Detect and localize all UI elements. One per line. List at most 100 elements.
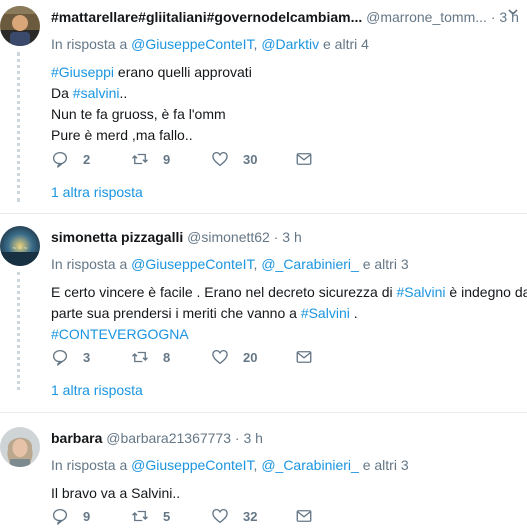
mention-link[interactable]: @GiuseppeConteIT [131,36,253,52]
retweet-icon [132,510,148,522]
display-name[interactable]: simonetta pizzagalli [51,229,183,245]
avatar-image: ~ ~ ~ [0,226,40,266]
like-icon [212,508,228,524]
text-line: E certo vincere è facile . Erano nel dec… [51,282,527,303]
tweet-text: #Giuseppi erano quelli approvati Da #sal… [51,62,527,146]
mention-link[interactable]: @GiuseppeConteIT [131,457,253,473]
reply-count: 9 [83,508,91,524]
reply-prefix: In risposta a [51,36,128,52]
username[interactable]: @marrone_tomm... [366,9,487,25]
username[interactable]: @barbara21367773 [106,430,231,446]
timestamp[interactable]: 3 h [282,229,301,245]
reply-button[interactable]: 3 [51,348,131,366]
like-icon [212,349,228,365]
text-line: parte sua prendersi i meriti che vanno a… [51,303,527,324]
direct-message-icon [296,351,312,363]
text-line: Pure è merd ,ma fallo.. [51,127,193,143]
username[interactable]: @simonett62 [187,229,270,245]
text-line: #Giuseppi erano quelli approvati [51,62,527,83]
text-segment: . [349,305,358,321]
retweet-button[interactable]: 9 [131,150,211,168]
avatar[interactable] [0,427,40,467]
avatar-image [0,6,40,46]
avatar[interactable]: ~ ~ ~ [0,226,40,266]
separator-dot: · [273,229,279,245]
like-button[interactable]: 32 [211,507,295,525]
text-segment: .. [119,85,128,101]
display-name[interactable]: barbara [51,430,102,446]
direct-message-button[interactable] [295,150,375,168]
text-segment: E certo vincere è facile . Erano nel dec… [51,284,397,300]
like-icon [212,151,228,167]
direct-message-icon [296,510,312,522]
text-line: Nun te fa gruoss, è fa l'omm [51,106,226,122]
separator-dot: · [490,9,496,25]
tweet-actions: 2 9 30 [51,149,375,169]
text-line: Il bravo va a Salvini.. [51,485,181,501]
retweet-icon [132,153,148,165]
tweet[interactable]: barbara @barbara21367773 · 3 h In rispos… [0,413,527,531]
avatar[interactable] [0,6,40,46]
retweet-count: 5 [163,508,171,524]
retweet-icon [132,351,148,363]
reply-suffix[interactable]: e altri 3 [363,457,409,473]
hashtag-link[interactable]: #Giuseppi [51,64,114,80]
reply-icon [52,151,68,168]
reply-icon [52,508,68,525]
direct-message-button[interactable] [295,348,375,366]
reply-icon [52,349,68,366]
reply-button[interactable]: 2 [51,150,131,168]
hashtag-link[interactable]: #CONTEVERGOGNA [51,326,189,342]
hashtag-link[interactable]: #Salvini [301,305,350,321]
retweet-count: 8 [163,349,171,365]
show-more-replies-link[interactable]: 1 altra risposta [51,380,143,400]
tweet-header: barbara @barbara21367773 · 3 h [51,428,527,448]
tweet[interactable]: #mattarellare#gliitaliani#governodelcamb… [0,0,527,212]
text-segment: parte sua prendersi i meriti che vanno a [51,305,301,321]
reply-prefix: In risposta a [51,457,128,473]
mention-link[interactable]: @Darktiv [261,36,319,52]
svg-text:~ ~ ~: ~ ~ ~ [12,246,28,252]
like-button[interactable]: 30 [211,150,295,168]
retweet-count: 9 [163,151,171,167]
like-count: 20 [243,349,258,365]
like-button[interactable]: 20 [211,348,295,366]
like-count: 30 [243,151,258,167]
separator-dot: · [234,430,240,446]
show-more-replies-link[interactable]: 1 altra risposta [51,182,143,202]
text-segment: Da [51,85,73,101]
avatar-image [0,427,40,467]
thread-line [17,52,20,202]
reply-prefix: In risposta a [51,256,128,272]
tweet-header: simonetta pizzagalli @simonett62 · 3 h [51,227,527,247]
display-name[interactable]: #mattarellare#gliitaliani#governodelcamb… [51,9,362,25]
mention-link[interactable]: @GiuseppeConteIT [131,256,253,272]
retweet-button[interactable]: 5 [131,507,211,525]
direct-message-button[interactable] [295,507,375,525]
timestamp[interactable]: 3 h [243,430,262,446]
thread-line [17,272,20,390]
reply-suffix[interactable]: e altri 4 [323,36,369,52]
reply-count: 2 [83,151,91,167]
mention-link[interactable]: @_Carabinieri_ [261,256,358,272]
reply-context: In risposta a @GiuseppeConteIT, @_Carabi… [51,256,409,272]
mention-link[interactable]: @_Carabinieri_ [261,457,358,473]
hashtag-link[interactable]: #Salvini [397,284,446,300]
reply-button[interactable]: 9 [51,507,131,525]
text-segment: è indegno da [445,284,527,300]
tweet-header: #mattarellare#gliitaliani#governodelcamb… [51,7,527,27]
reply-count: 3 [83,349,91,365]
reply-suffix[interactable]: e altri 3 [363,256,409,272]
text-segment: erano quelli approvati [114,64,252,80]
tweet[interactable]: ~ ~ ~ simonetta pizzagalli @simonett62 ·… [0,214,527,400]
tweet-actions: 3 8 20 [51,347,375,367]
direct-message-icon [296,153,312,165]
tweet-text: E certo vincere è facile . Erano nel dec… [51,282,527,345]
reply-context: In risposta a @GiuseppeConteIT, @Darktiv… [51,36,369,52]
caret-down-icon[interactable] [507,6,519,18]
like-count: 32 [243,508,258,524]
retweet-button[interactable]: 8 [131,348,211,366]
text-line: #CONTEVERGOGNA [51,324,527,345]
text-line: Da #salvini.. [51,83,527,104]
hashtag-link[interactable]: #salvini [73,85,120,101]
